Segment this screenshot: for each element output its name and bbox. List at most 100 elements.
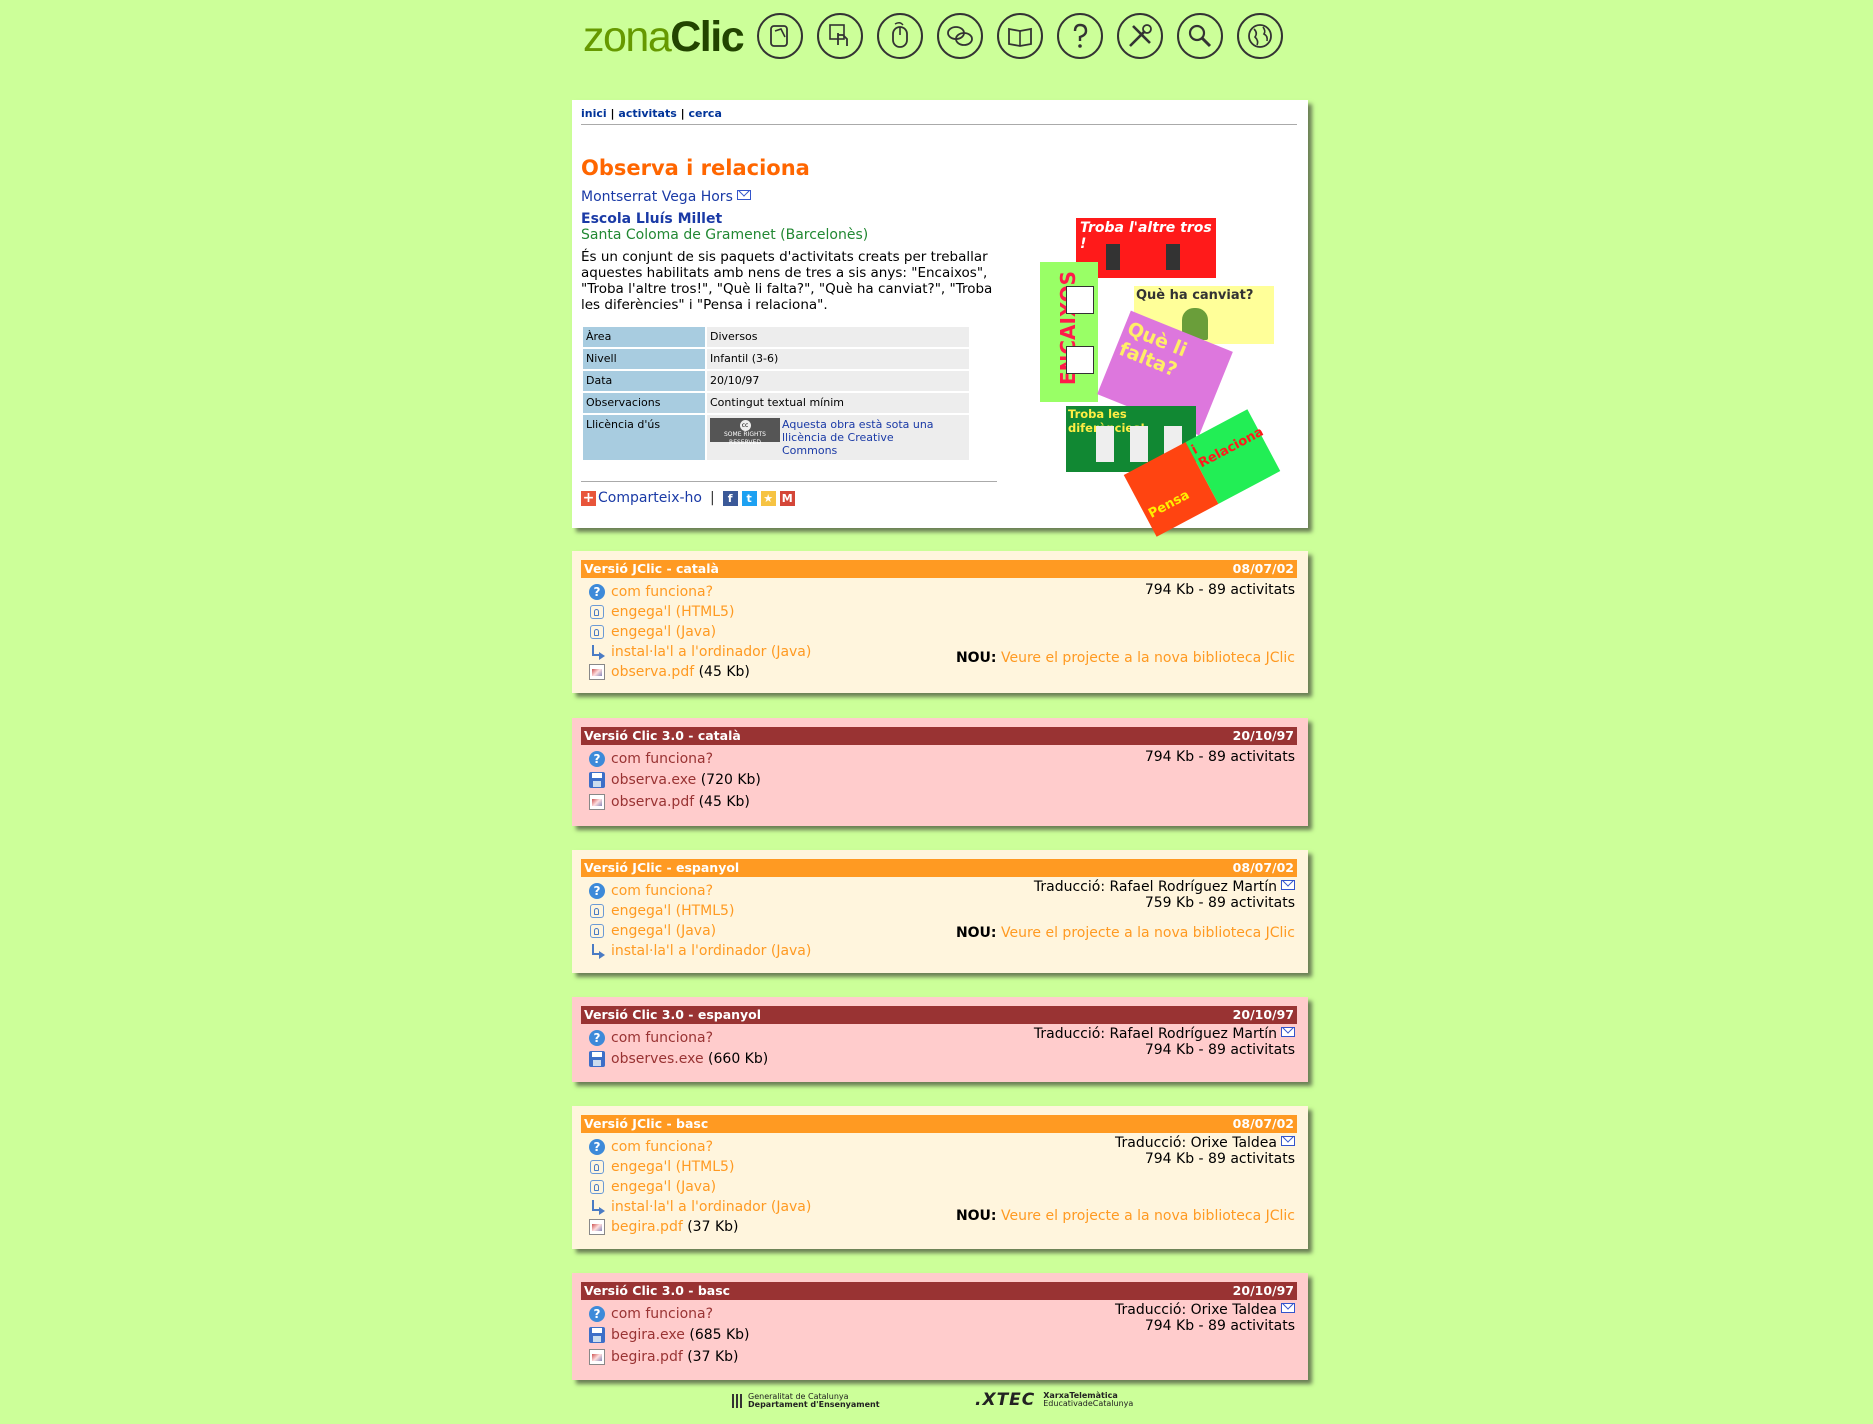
metadata-key: Àrea bbox=[583, 327, 705, 347]
version-card: Versió Clic 3.0 - basc 20/10/97 ? com func… bbox=[572, 1273, 1308, 1380]
disk-icon bbox=[589, 1051, 605, 1067]
school-link[interactable]: Escola Lluís Millet bbox=[581, 211, 722, 227]
tools-icon[interactable] bbox=[1117, 13, 1163, 59]
author-link[interactable]: Montserrat Vega Hors bbox=[581, 189, 733, 205]
version-size: 794 Kb - 89 activitats bbox=[1144, 1318, 1295, 1334]
version-size: 759 Kb - 89 activitats bbox=[1144, 895, 1295, 911]
globe-icon[interactable] bbox=[1237, 13, 1283, 59]
pdf-link[interactable]: begira.pdf bbox=[611, 1217, 683, 1237]
chat-bubbles-icon[interactable] bbox=[937, 13, 983, 59]
divider bbox=[581, 481, 997, 482]
list-item: observa.exe (720 Kb) bbox=[589, 769, 761, 791]
how-it-works-link[interactable]: com funciona? bbox=[611, 1304, 713, 1324]
xtec-logo[interactable]: .XTEC XarxaTelemàtica EducativadeCatalun… bbox=[975, 1392, 1133, 1409]
exe-link[interactable]: observes.exe bbox=[611, 1048, 704, 1070]
file-size: (660 Kb) bbox=[708, 1051, 769, 1067]
how-it-works-link[interactable]: com funciona? bbox=[611, 1137, 713, 1157]
license-link[interactable]: Aquesta obra està sota una llicència de … bbox=[782, 418, 952, 457]
touch-icon[interactable] bbox=[817, 13, 863, 59]
version-title: Versió JClic - català bbox=[584, 561, 719, 576]
version-date: 20/10/97 bbox=[1232, 1007, 1294, 1022]
activities-collage-image: Troba l'altre tros ! Què ha canviat? ENC… bbox=[1040, 218, 1300, 537]
install-java-link[interactable]: instal·la'l a l'ordinador (Java) bbox=[611, 941, 811, 961]
how-it-works-link[interactable]: com funciona? bbox=[611, 1028, 713, 1048]
launch-html5-link[interactable]: engega'l (HTML5) bbox=[611, 1157, 734, 1177]
new-library-link[interactable]: Veure el projecte a la nova biblioteca J… bbox=[1001, 650, 1295, 666]
file-size: (685 Kb) bbox=[689, 1327, 750, 1343]
author-line: Montserrat Vega Hors bbox=[581, 189, 751, 205]
mail-icon[interactable] bbox=[1281, 880, 1295, 890]
question-icon[interactable] bbox=[1057, 13, 1103, 59]
list-item: ? com funciona? bbox=[589, 1137, 811, 1157]
metadata-row: Àrea Diversos bbox=[583, 327, 969, 347]
twitter-icon[interactable]: t bbox=[741, 490, 757, 506]
mail-icon[interactable] bbox=[1281, 1303, 1295, 1313]
launch-java-link[interactable]: engega'l (Java) bbox=[611, 622, 716, 642]
help-icon: ? bbox=[589, 883, 605, 899]
share-bar: + Comparteix-ho | f t ★ M bbox=[581, 490, 799, 506]
mail-icon[interactable] bbox=[1281, 1136, 1295, 1146]
version-header: Versió JClic - espanyol 08/07/02 bbox=[581, 859, 1297, 877]
version-title: Versió JClic - espanyol bbox=[584, 860, 740, 875]
pdf-icon bbox=[589, 664, 605, 680]
exe-link[interactable]: begira.exe bbox=[611, 1324, 685, 1346]
install-java-link[interactable]: instal·la'l a l'ordinador (Java) bbox=[611, 1197, 811, 1217]
share-separator: | bbox=[709, 490, 715, 506]
version-card: Versió JClic - espanyol 08/07/02 ? com fun… bbox=[572, 850, 1308, 973]
breadcrumb-separator: | bbox=[610, 107, 615, 120]
zonaclic-logo[interactable]: zonaClic bbox=[583, 12, 745, 62]
metadata-value: Diversos bbox=[707, 327, 969, 347]
how-it-works-link[interactable]: com funciona? bbox=[611, 582, 713, 602]
pdf-icon bbox=[589, 1349, 605, 1365]
install-icon bbox=[589, 1199, 605, 1215]
hand-pointer-icon[interactable] bbox=[757, 13, 803, 59]
exe-link[interactable]: observa.exe bbox=[611, 769, 696, 791]
list-item: engega'l (Java) bbox=[589, 921, 811, 941]
version-size: 794 Kb - 89 activitats bbox=[1144, 1042, 1295, 1058]
launch-java-link[interactable]: engega'l (Java) bbox=[611, 921, 716, 941]
share-plus-icon[interactable]: + bbox=[581, 490, 596, 506]
mail-icon[interactable] bbox=[736, 190, 751, 200]
how-it-works-link[interactable]: com funciona? bbox=[611, 749, 713, 769]
metadata-key: Observacions bbox=[583, 393, 705, 413]
version-header: Versió Clic 3.0 - català 20/10/97 bbox=[581, 727, 1297, 745]
creative-commons-badge[interactable]: cc SOME RIGHTS RESERVED bbox=[710, 418, 780, 446]
gmail-icon[interactable]: M bbox=[779, 490, 795, 506]
how-it-works-link[interactable]: com funciona? bbox=[611, 881, 713, 901]
generalitat-logo[interactable]: Generalitat de Catalunya Departament d'E… bbox=[732, 1393, 880, 1409]
disk-icon bbox=[589, 1327, 605, 1343]
launch-html5-link[interactable]: engega'l (HTML5) bbox=[611, 901, 734, 921]
install-java-link[interactable]: instal·la'l a l'ordinador (Java) bbox=[611, 642, 811, 662]
mouse-icon[interactable] bbox=[877, 13, 923, 59]
favorite-star-icon[interactable]: ★ bbox=[760, 490, 776, 506]
breadcrumb-activities-link[interactable]: activitats bbox=[618, 107, 676, 120]
version-size: 794 Kb - 89 activitats bbox=[1144, 1151, 1295, 1167]
search-icon[interactable] bbox=[1177, 13, 1223, 59]
file-size: (37 Kb) bbox=[687, 1349, 739, 1365]
version-card: Versió JClic - català 08/07/02 ? com funci… bbox=[572, 551, 1308, 693]
school-town: Santa Coloma de Gramenet (Barcelonès) bbox=[581, 227, 869, 243]
breadcrumb-search-link[interactable]: cerca bbox=[689, 107, 722, 120]
pdf-link[interactable]: observa.pdf bbox=[611, 791, 694, 813]
book-icon[interactable] bbox=[997, 13, 1043, 59]
pdf-link[interactable]: observa.pdf bbox=[611, 662, 694, 682]
share-link[interactable]: Comparteix-ho bbox=[598, 490, 702, 506]
help-icon: ? bbox=[589, 751, 605, 767]
new-library-link[interactable]: Veure el projecte a la nova biblioteca J… bbox=[1001, 925, 1295, 941]
new-library-link[interactable]: Veure el projecte a la nova biblioteca J… bbox=[1001, 1208, 1295, 1224]
metadata-value: 20/10/97 bbox=[707, 371, 969, 391]
breadcrumb-home-link[interactable]: inici bbox=[581, 107, 607, 120]
launch-java-link[interactable]: engega'l (Java) bbox=[611, 1177, 716, 1197]
launch-icon bbox=[590, 904, 604, 918]
list-item: ? com funciona? bbox=[589, 881, 811, 901]
pdf-link[interactable]: begira.pdf bbox=[611, 1346, 683, 1368]
metadata-key: Llicència d'ús bbox=[583, 415, 705, 460]
list-item: engega'l (HTML5) bbox=[589, 602, 811, 622]
version-card: Versió JClic - basc 08/07/02 ? com funcion… bbox=[572, 1106, 1308, 1249]
site-header: zonaClic bbox=[583, 10, 1288, 70]
breadcrumb-separator: | bbox=[680, 107, 685, 120]
translator-name: Rafael Rodríguez Martín bbox=[1109, 879, 1278, 895]
facebook-icon[interactable]: f bbox=[722, 490, 738, 506]
launch-html5-link[interactable]: engega'l (HTML5) bbox=[611, 602, 734, 622]
mail-icon[interactable] bbox=[1281, 1027, 1295, 1037]
